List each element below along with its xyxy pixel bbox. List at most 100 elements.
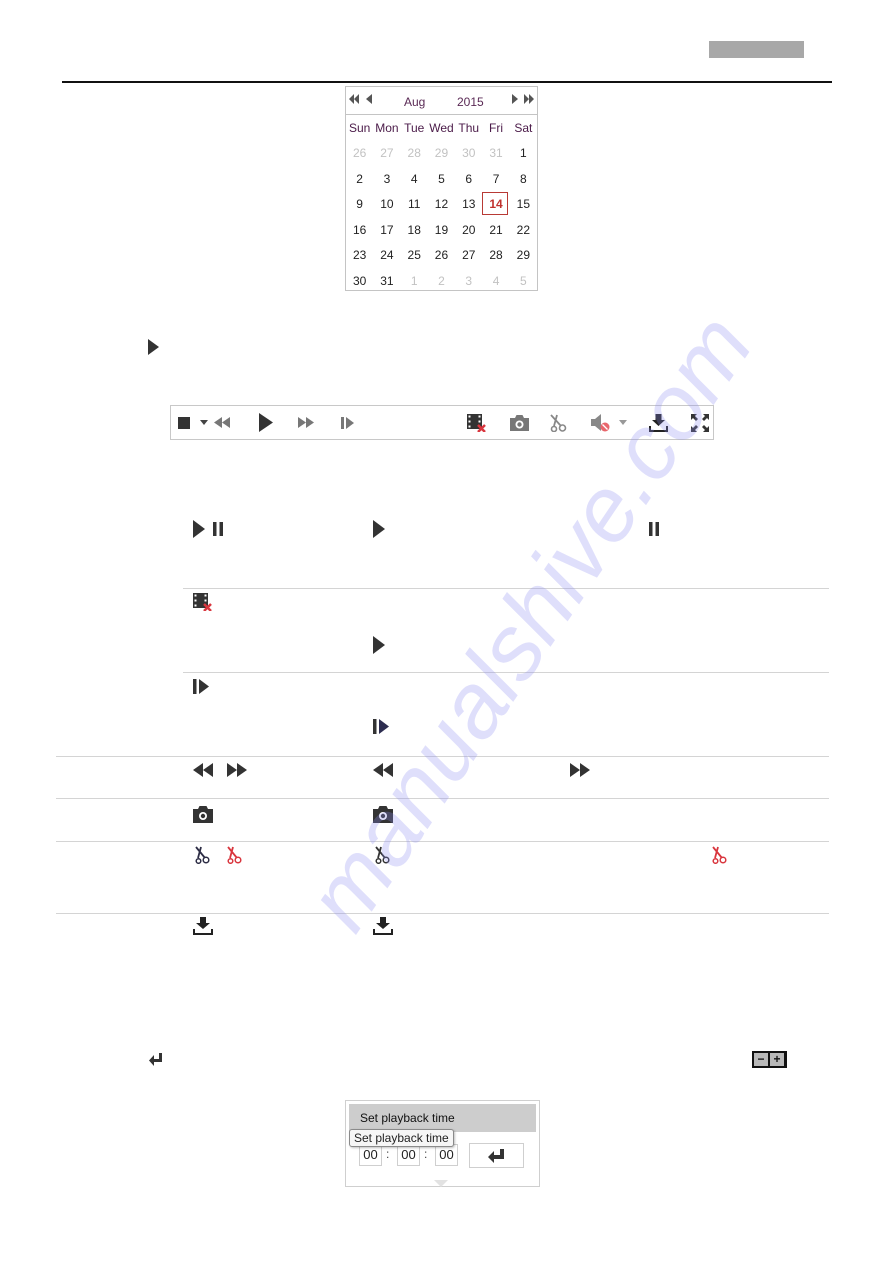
calendar-day[interactable]: 1 xyxy=(401,270,428,292)
calendar-day[interactable]: 5 xyxy=(510,270,537,292)
calendar-day[interactable]: 26 xyxy=(428,244,455,266)
calendar-day[interactable]: 2 xyxy=(346,168,373,190)
play-icon xyxy=(259,413,273,432)
calendar-day[interactable]: 15 xyxy=(510,193,537,215)
next-year-button[interactable] xyxy=(524,93,535,105)
calendar-month[interactable]: Aug xyxy=(404,95,425,109)
calendar-day[interactable]: 16 xyxy=(346,219,373,241)
calendar-day[interactable]: 28 xyxy=(401,142,428,164)
stop-all-playback-button[interactable] xyxy=(466,406,488,439)
double-right-arrow-icon xyxy=(524,94,534,104)
calendar-day-selected[interactable]: 14 xyxy=(482,192,509,216)
go-button[interactable] xyxy=(469,1143,524,1168)
double-left-arrow-icon xyxy=(349,94,359,104)
calendar-day[interactable]: 28 xyxy=(482,244,509,266)
calendar-day[interactable]: 6 xyxy=(455,168,482,190)
next-month-button[interactable] xyxy=(512,93,518,105)
left-arrow-icon xyxy=(366,94,372,104)
download-icon xyxy=(373,917,393,935)
calendar-day[interactable]: 11 xyxy=(401,193,428,215)
fullscreen-button[interactable] xyxy=(689,406,711,439)
calendar-day[interactable]: 8 xyxy=(510,168,537,190)
calendar-day[interactable]: 10 xyxy=(373,193,400,215)
table-divider xyxy=(183,672,829,673)
audio-button[interactable] xyxy=(590,406,612,439)
film-stop-icon xyxy=(193,593,213,611)
calendar-day[interactable]: 29 xyxy=(510,244,537,266)
calendar-day[interactable]: 29 xyxy=(428,142,455,164)
calendar-day[interactable]: 27 xyxy=(373,142,400,164)
camera-icon xyxy=(373,806,393,823)
zoom-out-button[interactable]: − xyxy=(754,1053,768,1066)
single-frame-icon xyxy=(373,719,389,734)
calendar-year[interactable]: 2015 xyxy=(457,95,484,109)
timeline-zoom-control: − + xyxy=(752,1051,787,1068)
clip-button[interactable] xyxy=(547,406,569,439)
calendar-day[interactable]: 20 xyxy=(455,219,482,241)
calendar-day[interactable]: 26 xyxy=(346,142,373,164)
audio-muted-icon xyxy=(591,413,610,431)
minute-input[interactable] xyxy=(397,1144,420,1166)
prev-month-button[interactable] xyxy=(366,93,372,105)
calendar-day[interactable]: 31 xyxy=(373,270,400,292)
watermark: manualshive.com xyxy=(287,296,773,948)
calendar-week-row: 16 17 18 19 20 21 22 xyxy=(346,217,537,243)
calendar-day[interactable]: 2 xyxy=(428,270,455,292)
calendar-day[interactable]: 1 xyxy=(510,142,537,164)
weekday-label: Tue xyxy=(404,120,425,135)
second-input[interactable] xyxy=(435,1144,458,1166)
play-button[interactable] xyxy=(255,406,277,439)
fullscreen-icon xyxy=(691,413,709,432)
header-rule xyxy=(62,81,832,83)
download-button[interactable] xyxy=(647,406,669,439)
fast-forward-icon xyxy=(298,417,314,428)
calendar-day[interactable]: 9 xyxy=(346,193,373,215)
rewind-icon xyxy=(373,763,393,777)
scissors-red-icon xyxy=(227,846,242,864)
scissors-icon xyxy=(550,413,567,432)
calendar-day[interactable]: 3 xyxy=(455,270,482,292)
play-icon xyxy=(373,636,385,654)
calendar-day[interactable]: 4 xyxy=(482,270,509,292)
calendar-day[interactable]: 30 xyxy=(346,270,373,292)
calendar-day[interactable]: 27 xyxy=(455,244,482,266)
prev-year-button[interactable] xyxy=(349,93,360,105)
fast-forward-button[interactable] xyxy=(295,406,317,439)
calendar-day[interactable]: 21 xyxy=(482,219,509,241)
playback-toolbar xyxy=(170,405,714,440)
capture-button[interactable] xyxy=(508,406,530,439)
calendar-day[interactable]: 18 xyxy=(401,219,428,241)
calendar-day[interactable]: 5 xyxy=(428,168,455,190)
calendar-day[interactable]: 22 xyxy=(510,219,537,241)
calendar-day[interactable]: 31 xyxy=(482,142,509,164)
calendar-day[interactable]: 17 xyxy=(373,219,400,241)
calendar-week-row: 23 24 25 26 27 28 29 xyxy=(346,243,537,269)
slow-forward-button[interactable] xyxy=(211,406,233,439)
speed-dropdown-button[interactable] xyxy=(199,406,209,439)
calendar-day[interactable]: 7 xyxy=(482,168,509,190)
play-icon xyxy=(373,520,385,538)
tooltip: Set playback time xyxy=(349,1129,454,1147)
single-frame-button[interactable] xyxy=(337,406,357,439)
calendar-day[interactable]: 23 xyxy=(346,244,373,266)
calendar-day[interactable]: 30 xyxy=(455,142,482,164)
stop-button[interactable] xyxy=(176,406,192,439)
caret-down-icon xyxy=(200,420,208,425)
table-divider xyxy=(56,756,829,757)
weekday-header-row: Sun Mon Tue Wed Thu Fri Sat xyxy=(346,115,537,141)
caret-down-icon xyxy=(619,420,627,425)
calendar-day[interactable]: 24 xyxy=(373,244,400,266)
calendar-day[interactable]: 25 xyxy=(401,244,428,266)
calendar-day[interactable]: 13 xyxy=(455,193,482,215)
hour-input[interactable] xyxy=(359,1144,382,1166)
header-tab xyxy=(709,41,804,58)
calendar-day[interactable]: 4 xyxy=(401,168,428,190)
calendar-day[interactable]: 3 xyxy=(373,168,400,190)
popup-title: Set playback time xyxy=(349,1104,536,1132)
audio-dropdown-button[interactable] xyxy=(618,406,628,439)
calendar-day[interactable]: 19 xyxy=(428,219,455,241)
calendar-day[interactable]: 12 xyxy=(428,193,455,215)
weekday-label: Sun xyxy=(348,120,371,135)
table-divider xyxy=(56,913,829,914)
zoom-in-button[interactable]: + xyxy=(770,1053,784,1066)
